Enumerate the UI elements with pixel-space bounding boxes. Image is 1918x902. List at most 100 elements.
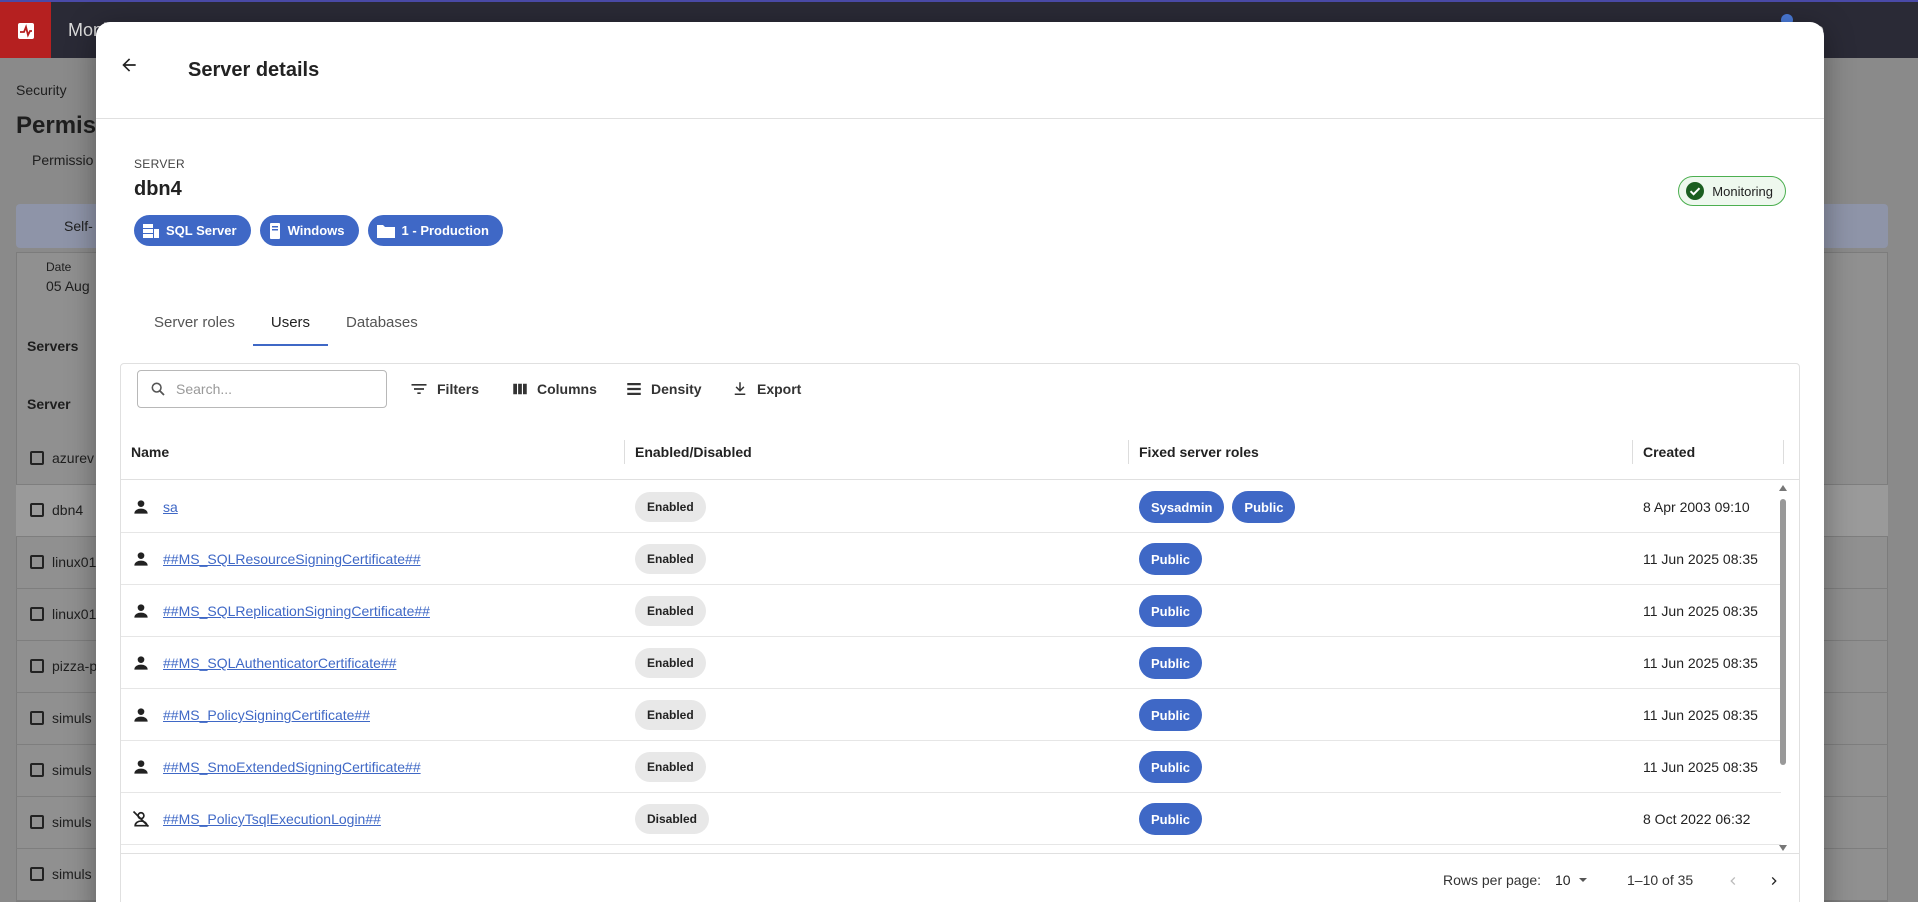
table-row[interactable]: ##MS_PolicySigningCertificate## Enabled Pu… xyxy=(121,689,1781,741)
cell-created: 11 Jun 2025 08:35 xyxy=(1643,759,1758,775)
export-button[interactable]: Export xyxy=(731,376,801,402)
bg-server-name: azurev xyxy=(52,450,95,466)
table-row[interactable] xyxy=(121,845,1781,853)
bg-server-name: dbn4 xyxy=(52,502,84,518)
search-input[interactable] xyxy=(176,381,366,397)
chevron-left-icon xyxy=(1730,877,1736,885)
modal-title: Server details xyxy=(188,59,320,81)
table-row[interactable]: ##MS_SQLResourceSigningCertificate## Enab… xyxy=(121,533,1781,585)
cell-name: ##MS_PolicyTsqlExecutionLogin## xyxy=(131,793,381,845)
chevron-right-icon xyxy=(1771,877,1777,885)
cell-name: ##MS_SmoExtendedSigningCertificate## xyxy=(131,741,421,793)
cell-status: Enabled xyxy=(635,585,706,637)
table-row[interactable]: ##MS_SQLAuthenticatorCertificate## Enable… xyxy=(121,637,1781,689)
person-icon xyxy=(131,497,151,517)
table-footer: Rows per page: 10 1–10 of 35 xyxy=(121,853,1799,902)
filters-label: Filters xyxy=(437,381,480,397)
cell-status: Enabled xyxy=(635,481,706,533)
cell-created: 11 Jun 2025 08:35 xyxy=(1643,603,1758,619)
modal-header: Server details xyxy=(96,22,1824,119)
role-chip: Public xyxy=(1139,751,1203,783)
cell-created: 8 Apr 2003 09:10 xyxy=(1643,499,1750,515)
user-name-link[interactable]: ##MS_PolicyTsqlExecutionLogin## xyxy=(163,811,381,827)
column-header-created[interactable]: Created xyxy=(1633,424,1783,480)
table-header: Name Enabled/Disabled Fixed server roles… xyxy=(121,424,1799,480)
tab-users[interactable]: Users xyxy=(252,298,329,346)
next-page-button[interactable] xyxy=(1759,866,1789,896)
cell-created: 11 Jun 2025 08:35 xyxy=(1643,707,1758,723)
user-name-link[interactable]: ##MS_SQLResourceSigningCertificate## xyxy=(163,551,421,567)
column-header-enabled[interactable]: Enabled/Disabled xyxy=(625,424,1128,480)
tab-databases[interactable]: Databases xyxy=(328,298,436,346)
cell-status: Enabled xyxy=(635,533,706,585)
previous-page-button[interactable] xyxy=(1718,866,1748,896)
server-column-header[interactable]: Server xyxy=(27,396,71,412)
server-name: dbn4 xyxy=(134,178,182,200)
status-chip: Enabled xyxy=(635,596,706,626)
role-chip: Sysadmin xyxy=(1139,491,1225,523)
table-row[interactable]: ##MS_SmoExtendedSigningCertificate## Enab… xyxy=(121,741,1781,793)
cell-roles: Public xyxy=(1139,689,1210,741)
folder-icon xyxy=(376,224,395,238)
info-text: Self- xyxy=(64,218,93,234)
app-logo[interactable] xyxy=(0,2,51,60)
density-label: Density xyxy=(651,381,702,397)
server-icon xyxy=(30,503,44,517)
filter-list-icon xyxy=(411,384,427,394)
role-chip: Public xyxy=(1139,647,1203,679)
person-icon xyxy=(131,705,151,725)
date-value[interactable]: 05 Aug xyxy=(46,278,90,294)
table-body: sa Enabled Sysadmin Public 8 Apr 2003 09:10 #… xyxy=(121,481,1781,853)
filters-button[interactable]: Filters xyxy=(409,376,479,402)
cell-name: ##MS_SQLAuthenticatorCertificate## xyxy=(131,637,396,689)
cell-roles: Public xyxy=(1139,741,1210,793)
chip-windows: Windows xyxy=(259,215,359,246)
user-name-link[interactable]: ##MS_SQLAuthenticatorCertificate## xyxy=(163,655,396,671)
column-separator[interactable] xyxy=(1783,440,1784,464)
bg-tab-permissions[interactable]: Permissio xyxy=(32,152,93,168)
vertical-scrollbar[interactable] xyxy=(1777,481,1789,853)
server-icon xyxy=(30,815,44,829)
rows-per-page-select[interactable]: 10 xyxy=(1555,868,1589,892)
columns-button[interactable]: Columns xyxy=(511,376,597,402)
server-icon xyxy=(30,763,44,777)
tab-server-roles[interactable]: Server roles xyxy=(136,298,253,346)
bg-server-name: linux01 xyxy=(52,606,97,622)
cell-name: ##MS_SQLResourceSigningCertificate## xyxy=(131,533,421,585)
tabs: Server roles Users Databases xyxy=(136,298,436,346)
date-label: Date xyxy=(46,260,72,274)
cell-roles: Public xyxy=(1139,793,1210,845)
user-name-link[interactable]: ##MS_SmoExtendedSigningCertificate## xyxy=(163,759,421,775)
bg-server-name: pizza-p xyxy=(52,658,98,674)
server-icon xyxy=(30,659,44,673)
scroll-thumb[interactable] xyxy=(1780,499,1786,765)
table-row[interactable]: sa Enabled Sysadmin Public 8 Apr 2003 09:10 xyxy=(121,481,1781,533)
users-grid: Filters Columns Density Export Name Enab… xyxy=(120,363,1800,902)
bg-server-name: simuls xyxy=(52,814,92,830)
view-column-icon xyxy=(513,383,527,395)
search-box[interactable] xyxy=(137,370,387,408)
density-button[interactable]: Density xyxy=(625,376,702,402)
breadcrumb[interactable]: Security xyxy=(16,82,67,98)
cell-name: sa xyxy=(131,481,178,533)
cell-status: Enabled xyxy=(635,689,706,741)
table-row[interactable]: ##MS_SQLReplicationSigningCertificate## E… xyxy=(121,585,1781,637)
user-name-link[interactable]: sa xyxy=(163,499,178,515)
person-icon xyxy=(131,549,151,569)
status-chip: Disabled xyxy=(635,804,710,834)
rows-per-page-label: Rows per page: xyxy=(1443,872,1542,888)
user-name-link[interactable]: ##MS_PolicySigningCertificate## xyxy=(163,707,370,723)
server-label: SERVER xyxy=(134,157,185,171)
cell-name: ##MS_SQLReplicationSigningCertificate## xyxy=(131,585,430,637)
role-chip: Public xyxy=(1139,803,1203,835)
scroll-up-icon[interactable] xyxy=(1779,485,1787,491)
servers-heading: Servers xyxy=(27,338,79,354)
scroll-down-icon[interactable] xyxy=(1779,845,1787,851)
status-badge: Monitoring xyxy=(1678,176,1786,206)
table-row[interactable]: ##MS_PolicyTsqlExecutionLogin## Disabled P… xyxy=(121,793,1781,845)
column-header-name[interactable]: Name xyxy=(121,424,624,480)
column-header-roles[interactable]: Fixed server roles xyxy=(1129,424,1632,480)
back-button[interactable] xyxy=(114,50,144,80)
status-chip: Enabled xyxy=(635,752,706,782)
user-name-link[interactable]: ##MS_SQLReplicationSigningCertificate## xyxy=(163,603,430,619)
